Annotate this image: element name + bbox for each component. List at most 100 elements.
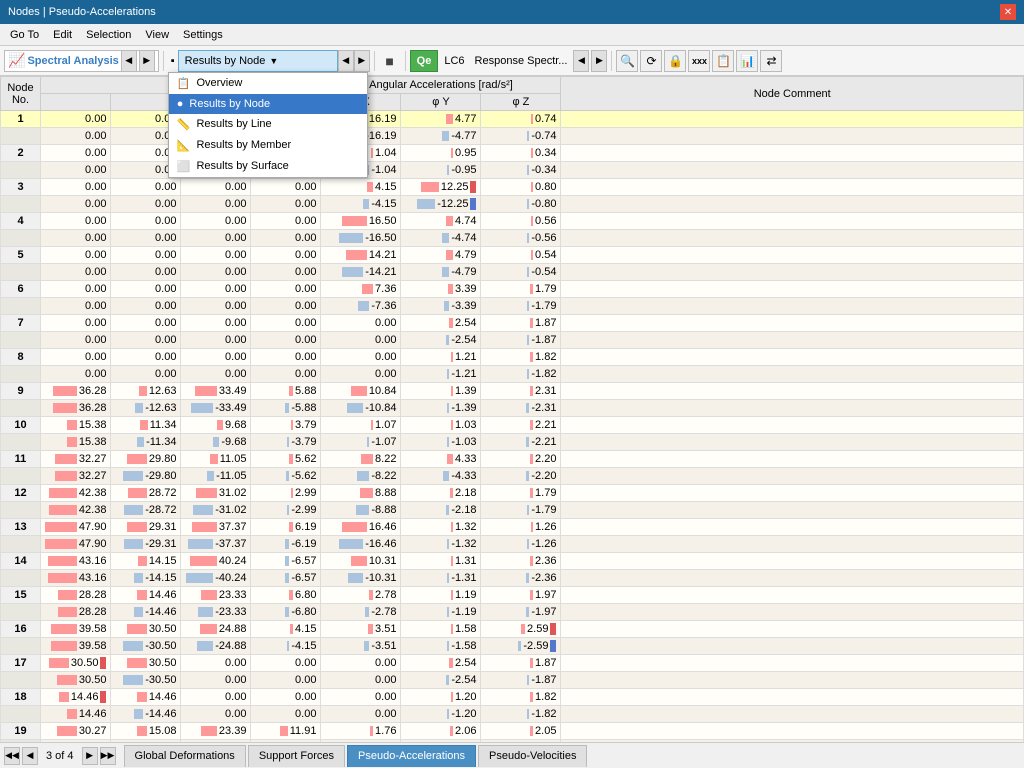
table-row: 0.000.000.000.00-1.04-0.95-0.34	[1, 162, 1024, 179]
search-btn[interactable]: 🔍	[616, 50, 638, 72]
cell-value: 0.00	[251, 247, 321, 264]
angular-value: -7.36	[321, 298, 401, 315]
tab-support-forces[interactable]: Support Forces	[248, 745, 345, 767]
tab-pseudo-accelerations[interactable]: Pseudo-Accelerations	[347, 745, 476, 767]
menu-view[interactable]: View	[139, 27, 175, 43]
cell-value: -11.91	[251, 740, 321, 743]
menu-overview[interactable]: 📋 Overview	[169, 73, 367, 94]
cell-value: -14.46	[111, 604, 181, 621]
main-content: NodeNo. |u | Angular Accelerations [rad/…	[0, 76, 1024, 742]
angular-value: -4.77	[401, 128, 481, 145]
cell-value: -6.80	[251, 604, 321, 621]
menu-edit[interactable]: Edit	[47, 27, 78, 43]
angular-value: 0.80	[481, 179, 561, 196]
results-dropdown-btn[interactable]: Results by Node ▼	[178, 50, 338, 72]
menu-results-by-node[interactable]: ● Results by Node	[169, 94, 367, 114]
cell-value: 0.00	[181, 689, 251, 706]
lc-nav-prev[interactable]: ◀	[573, 50, 589, 72]
cell-value: 15.08	[111, 723, 181, 740]
cell-value: 6.80	[251, 587, 321, 604]
cell-value: 28.72	[111, 485, 181, 502]
export-btn[interactable]: ⇄	[760, 50, 782, 72]
tab-global-deformations[interactable]: Global Deformations	[124, 745, 246, 767]
node-number	[1, 264, 41, 281]
cell-value: 0.00	[251, 655, 321, 672]
node-comment	[561, 128, 1024, 145]
close-button[interactable]: ✕	[1000, 4, 1016, 20]
cell-value: 14.46	[111, 689, 181, 706]
cell-value: 0.00	[181, 366, 251, 383]
angular-value: -1.07	[321, 434, 401, 451]
angular-value: 0.74	[481, 111, 561, 128]
node-number	[1, 672, 41, 689]
cell-value: 47.90	[41, 536, 111, 553]
cell-value: 0.00	[111, 366, 181, 383]
angular-value: -2.54	[401, 672, 481, 689]
angular-value: -2.18	[401, 502, 481, 519]
menu-settings[interactable]: Settings	[177, 27, 229, 43]
menu-results-by-surface[interactable]: ⬜ Results by Surface	[169, 156, 367, 177]
xxx-btn[interactable]: xxx	[688, 50, 710, 72]
angular-value: -1.82	[481, 366, 561, 383]
surface-icon: ⬜	[177, 160, 191, 173]
menu-results-by-member[interactable]: 📐 Results by Member	[169, 135, 367, 156]
cell-value: -24.88	[181, 638, 251, 655]
nav-next-btn[interactable]: ▶	[82, 747, 98, 765]
angular-value: 16.50	[321, 213, 401, 230]
refresh-btn[interactable]: ⟳	[640, 50, 662, 72]
nav-prev-btn[interactable]: ◀	[22, 747, 38, 765]
cell-value: -14.15	[111, 570, 181, 587]
cell-value: -2.99	[251, 502, 321, 519]
node-number: 5	[1, 247, 41, 264]
table-row: 1015.3811.349.683.791.071.032.21	[1, 417, 1024, 434]
cell-value: 0.00	[41, 196, 111, 213]
node-number: 1	[1, 111, 41, 128]
tab-pseudo-velocities[interactable]: Pseudo-Velocities	[478, 745, 587, 767]
node-number	[1, 502, 41, 519]
cell-value: 42.38	[41, 502, 111, 519]
angular-value: 2.21	[481, 417, 561, 434]
nav-last-btn[interactable]: ▶▶	[100, 747, 116, 765]
cell-value: -14.46	[111, 706, 181, 723]
divider-2	[374, 51, 375, 71]
lc-nav-next[interactable]: ▶	[591, 50, 607, 72]
lock-btn[interactable]: 🔒	[664, 50, 686, 72]
cell-value: 0.00	[41, 315, 111, 332]
angular-value: 1.87	[481, 655, 561, 672]
copy-btn[interactable]: 📋	[712, 50, 734, 72]
node-comment	[561, 332, 1024, 349]
spectral-nav-next[interactable]: ▶	[139, 50, 155, 72]
spectral-nav-prev[interactable]: ◀	[121, 50, 137, 72]
table-row: 0.000.000.000.00-4.15-12.25-0.80	[1, 196, 1024, 213]
menu-results-by-line[interactable]: 📏 Results by Line	[169, 114, 367, 135]
cell-value: -9.68	[181, 434, 251, 451]
cell-value: 0.00	[41, 366, 111, 383]
angular-value: 1.07	[321, 417, 401, 434]
table-row: 1443.1614.1540.24-6.5710.311.312.36	[1, 553, 1024, 570]
table-row: 0.000.000.000.00-14.21-4.79-0.54	[1, 264, 1024, 281]
menu-selection[interactable]: Selection	[80, 27, 137, 43]
table-row: 47.90-29.31-37.37-6.19-16.46-1.32-1.26	[1, 536, 1024, 553]
angular-value: -1.39	[401, 400, 481, 417]
nav-first-btn[interactable]: ◀◀	[4, 747, 20, 765]
stop-btn[interactable]: ■	[379, 50, 401, 72]
menu-goto[interactable]: Go To	[4, 27, 45, 43]
cell-value: 28.28	[41, 604, 111, 621]
angular-value: -1.58	[401, 638, 481, 655]
table-row: 1639.5830.5024.884.153.511.582.59	[1, 621, 1024, 638]
cell-value: 23.39	[181, 723, 251, 740]
angular-value: 2.20	[481, 451, 561, 468]
cell-value: 0.00	[181, 315, 251, 332]
angular-value: 3.39	[401, 281, 481, 298]
angular-value: -2.21	[481, 434, 561, 451]
angular-value: 1.31	[401, 553, 481, 570]
results-nav-prev[interactable]: ◀	[338, 50, 354, 72]
cell-value: 14.15	[111, 553, 181, 570]
cell-value: 30.50	[41, 672, 111, 689]
spectral-analysis-icon: 📈	[8, 52, 25, 69]
results-nav-next[interactable]: ▶	[354, 50, 370, 72]
chart-btn[interactable]: 📊	[736, 50, 758, 72]
cell-value: 0.00	[111, 298, 181, 315]
qe-btn[interactable]: Qe	[410, 50, 439, 72]
cell-value: 30.27	[41, 723, 111, 740]
